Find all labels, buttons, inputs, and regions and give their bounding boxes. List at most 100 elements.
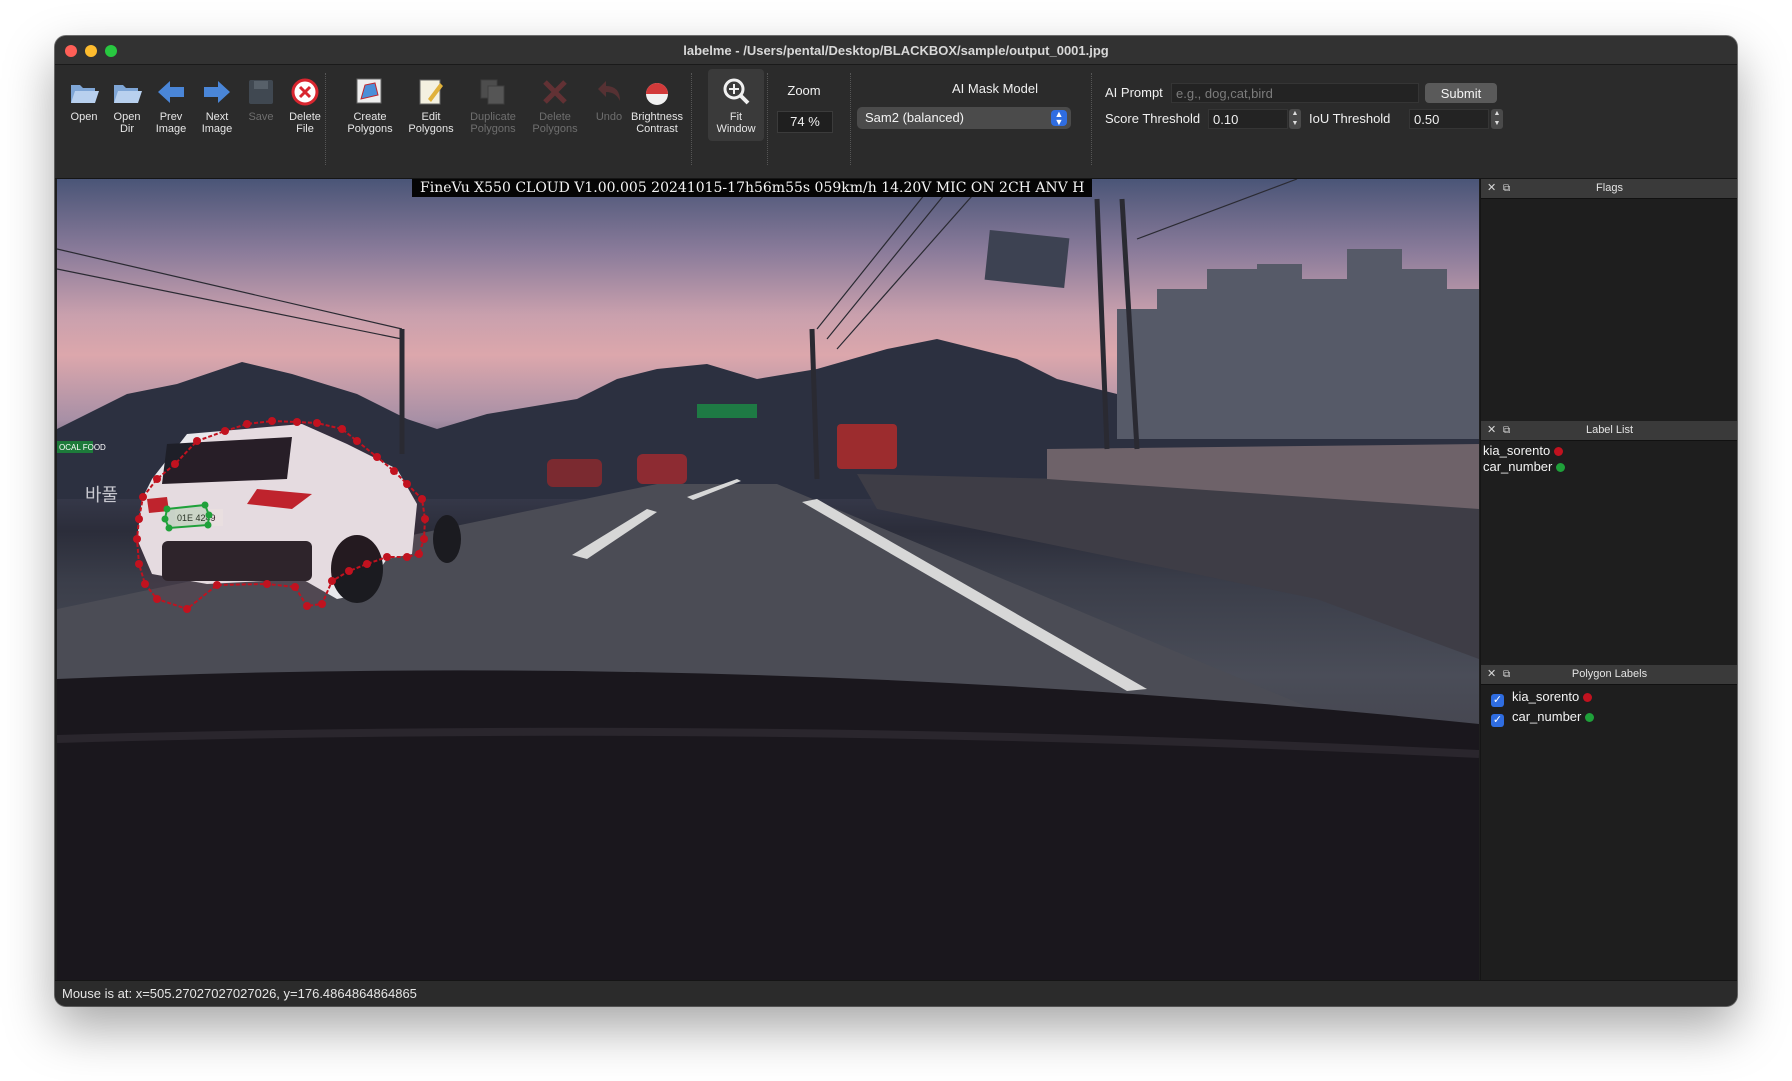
score-threshold-stepper[interactable]: ▲ ▼ — [1289, 109, 1301, 129]
polygon-vertex[interactable] — [139, 493, 147, 501]
polygon-vertex[interactable] — [133, 535, 141, 543]
polygon-vertex[interactable] — [171, 460, 179, 468]
distant-truck — [837, 424, 897, 469]
polygon-vertex[interactable] — [193, 437, 201, 445]
polygon-vertex[interactable] — [204, 521, 212, 529]
tool-label: Duplicate Polygons — [470, 111, 516, 135]
arrow-left-icon — [154, 75, 188, 109]
ai-mask-model-label: AI Mask Model — [952, 81, 1038, 96]
label-list-dock: ✕ ⧉ Label List kia_sorento car_number — [1480, 421, 1737, 665]
label-list-item[interactable]: kia_sorento — [1481, 443, 1737, 459]
toolbar-separator — [325, 73, 327, 165]
polygon-labels-title: Polygon Labels — [1571, 668, 1648, 680]
polygon-vertex[interactable] — [373, 453, 381, 461]
image-canvas[interactable]: OCAL FOOD 바풀 01E 4249 Fin — [57, 179, 1479, 980]
polygon-vertex[interactable] — [163, 505, 171, 513]
create-polygon-icon — [353, 75, 387, 109]
building-sign-text: 바풀 — [85, 485, 118, 506]
label-name: kia_sorento — [1483, 443, 1551, 458]
label-color-dot — [1556, 463, 1566, 472]
polygon-vertex[interactable] — [345, 567, 353, 575]
polygon-vertex[interactable] — [403, 480, 411, 488]
label-name: car_number — [1483, 459, 1553, 474]
polygon-vertex[interactable] — [268, 417, 276, 425]
polygon-labels-list: ✓ kia_sorento ✓ car_number — [1481, 685, 1737, 727]
polygon-vertex[interactable] — [420, 535, 428, 543]
polygon-vertex[interactable] — [263, 580, 271, 588]
polygon-vertex[interactable] — [213, 581, 221, 589]
flags-dock: ✕ ⧉ Flags — [1480, 179, 1737, 421]
polygon-vertex[interactable] — [205, 511, 213, 519]
iou-threshold-input[interactable]: 0.50 — [1409, 109, 1489, 129]
tool-label: Undo — [595, 111, 623, 123]
brightness-icon — [640, 75, 674, 109]
polygon-vertex[interactable] — [390, 467, 398, 475]
folder-open-dir-icon — [110, 75, 144, 109]
edit-polygons-button[interactable]: Edit Polygons — [404, 69, 458, 139]
polygon-vertex[interactable] — [165, 524, 173, 532]
toolbar: Open Open Dir Prev Image Next Image Save Delete F… — [55, 65, 1737, 179]
edit-polygon-icon — [414, 75, 448, 109]
fit-window-button[interactable]: Fit Window — [708, 69, 764, 141]
polygon-vertex[interactable] — [161, 515, 169, 523]
close-dock-icon[interactable]: ✕ — [1487, 179, 1496, 198]
polygon-vertex[interactable] — [353, 437, 361, 445]
polygon-vertex[interactable] — [383, 553, 391, 561]
polygon-vertex[interactable] — [313, 419, 321, 427]
delete-polygons-button[interactable]: Delete Polygons — [528, 69, 582, 139]
polygon-vertex[interactable] — [328, 577, 336, 585]
delete-file-button[interactable]: Delete File — [278, 69, 332, 139]
polygon-vertex[interactable] — [183, 605, 191, 613]
polygon-vertex[interactable] — [418, 495, 426, 503]
polygon-label-name: car_number — [1512, 709, 1582, 724]
score-threshold-label: Score Threshold — [1105, 111, 1201, 126]
close-dock-icon[interactable]: ✕ — [1487, 665, 1496, 684]
create-polygons-button[interactable]: Create Polygons — [343, 69, 397, 139]
polygon-vertex[interactable] — [303, 602, 311, 610]
mouse-position-text: Mouse is at: x=505.27027027027026, y=176… — [62, 986, 417, 1001]
float-dock-icon[interactable]: ⧉ — [1503, 665, 1510, 684]
polygon-vertex[interactable] — [338, 425, 346, 433]
submit-button[interactable]: Submit — [1425, 83, 1497, 103]
polygon-vertex[interactable] — [243, 420, 251, 428]
polygon-vertex[interactable] — [293, 418, 301, 426]
polygon-vertex[interactable] — [201, 501, 209, 509]
polygon-vertex[interactable] — [421, 515, 429, 523]
overhead-sign — [984, 229, 1070, 289]
checkbox-checked-icon[interactable]: ✓ — [1491, 694, 1504, 707]
ai-mask-model-select[interactable]: Sam2 (balanced) ▲ ▼ — [857, 107, 1071, 129]
polygon-vertex[interactable] — [135, 515, 143, 523]
polygon-vertex[interactable] — [153, 595, 161, 603]
polygon-vertex[interactable] — [291, 583, 299, 591]
float-dock-icon[interactable]: ⧉ — [1503, 421, 1510, 440]
polygon-vertex[interactable] — [141, 580, 149, 588]
score-threshold-input[interactable]: 0.10 — [1208, 109, 1288, 129]
polygon-label-item[interactable]: ✓ kia_sorento — [1481, 687, 1737, 707]
delete-polygon-icon — [538, 75, 572, 109]
label-list-item[interactable]: car_number — [1481, 459, 1737, 475]
duplicate-polygons-button[interactable]: Duplicate Polygons — [466, 69, 520, 139]
undo-icon — [592, 75, 626, 109]
polygon-vertex[interactable] — [363, 560, 371, 568]
tool-label: Brightness Contrast — [631, 111, 683, 135]
polygon-label-item[interactable]: ✓ car_number — [1481, 707, 1737, 727]
car-dashboard — [57, 670, 1479, 980]
polygon-vertex[interactable] — [415, 550, 423, 558]
polygon-vertex[interactable] — [403, 553, 411, 561]
ai-prompt-input[interactable] — [1171, 83, 1419, 103]
polygon-vertex[interactable] — [153, 475, 161, 483]
polygon-vertex[interactable] — [318, 600, 326, 608]
polygon-vertex[interactable] — [221, 427, 229, 435]
undo-button[interactable]: Undo — [582, 69, 636, 139]
zoom-value-field[interactable]: 74 % — [777, 111, 833, 133]
arrow-right-icon — [200, 75, 234, 109]
polygon-car-number[interactable] — [163, 503, 211, 530]
polygon-vertex[interactable] — [135, 560, 143, 568]
brightness-contrast-button[interactable]: Brightness Contrast — [630, 69, 684, 139]
float-dock-icon[interactable]: ⧉ — [1503, 179, 1510, 198]
iou-threshold-stepper[interactable]: ▲ ▼ — [1491, 109, 1503, 129]
close-dock-icon[interactable]: ✕ — [1487, 421, 1496, 440]
checkbox-checked-icon[interactable]: ✓ — [1491, 714, 1504, 727]
toolbar-separator — [850, 73, 852, 165]
polygon-labels-header: ✕ ⧉ Polygon Labels — [1481, 665, 1737, 685]
